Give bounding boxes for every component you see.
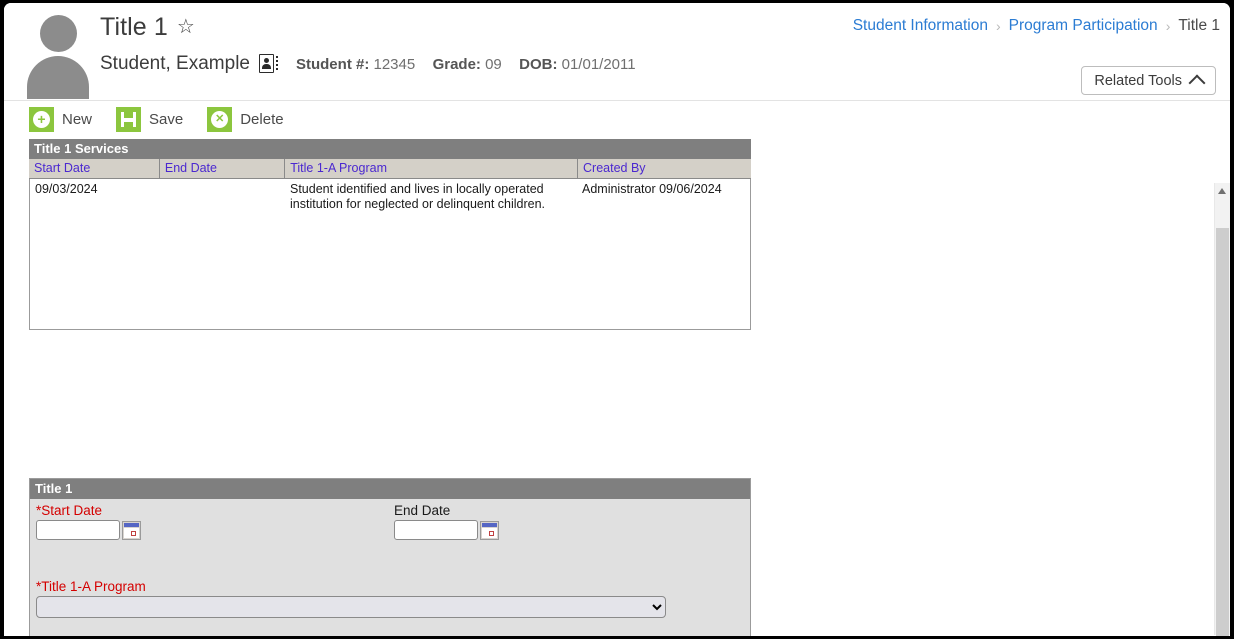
- student-number-label: Student #:: [295, 55, 370, 73]
- contact-card-body: [261, 63, 271, 69]
- contact-card-rings: [275, 55, 278, 58]
- student-meta: Student #: 12345 Grade: 09 DOB: 01/01/20…: [296, 56, 636, 73]
- floppy-disk-icon: [116, 106, 142, 132]
- new-button[interactable]: + New: [29, 106, 93, 132]
- grade-label: Grade:: [432, 55, 481, 73]
- cell-program: Student identified and lives in locally …: [290, 182, 546, 211]
- title-row: Title 1 ☆: [100, 13, 198, 42]
- plus-circle-icon: +: [29, 106, 54, 132]
- x-circle-icon: ✕: [207, 106, 233, 132]
- breadcrumb-item-program-participation[interactable]: Program Participation: [1009, 17, 1158, 35]
- end-date-label: End Date: [394, 503, 451, 518]
- page-title: Title 1: [100, 13, 168, 41]
- column-header-program[interactable]: Title 1-A Program: [284, 159, 578, 179]
- services-section-title: Title 1 Services: [29, 139, 751, 159]
- title-1-services-section: Title 1 Services Start Date End Date Tit…: [29, 139, 751, 330]
- detail-form: *Start Date End Date *Title 1-A Program: [30, 499, 750, 636]
- dob-value: 01/01/2011: [561, 55, 636, 73]
- column-header-end-date[interactable]: End Date: [159, 159, 286, 179]
- end-date-input[interactable]: [394, 520, 478, 540]
- student-row: Student, Example Student #: 12345 Grade:…: [100, 53, 636, 75]
- calendar-icon[interactable]: [122, 521, 141, 540]
- plus-glyph: +: [37, 111, 46, 127]
- program-group: *Title 1-A Program: [36, 579, 666, 618]
- program-label: *Title 1-A Program: [36, 579, 146, 594]
- start-date-label: *Start Date: [36, 503, 103, 518]
- page-header: Title 1 ☆ Student, Example Student #: 12…: [4, 3, 1230, 101]
- table-header-row: Start Date End Date Title 1-A Program Cr…: [29, 159, 751, 179]
- contact-card-icon[interactable]: [258, 53, 278, 75]
- comments-label: Comments (up to 255 characters): [36, 635, 408, 636]
- breadcrumb-item-student-information[interactable]: Student Information: [853, 17, 988, 35]
- breadcrumb-separator: ›: [995, 18, 1001, 34]
- services-table: Start Date End Date Title 1-A Program Cr…: [29, 159, 751, 179]
- services-table-body: 09/03/2024 Student identified and lives …: [29, 179, 751, 330]
- star-icon[interactable]: ☆: [177, 17, 198, 38]
- related-tools-button[interactable]: Related Tools: [1081, 66, 1216, 95]
- vertical-scrollbar[interactable]: [1214, 183, 1230, 636]
- breadcrumb: Student Information › Program Participat…: [853, 17, 1220, 35]
- x-glyph: ✕: [215, 112, 225, 125]
- save-button-label: Save: [149, 110, 184, 128]
- start-date-group: *Start Date: [36, 503, 141, 540]
- chevron-up-icon: [1188, 74, 1206, 91]
- delete-button[interactable]: ✕ Delete: [207, 106, 284, 132]
- action-bar: + New Save ✕ Delete: [4, 101, 1230, 137]
- cell-start-date: 09/03/2024: [35, 182, 98, 196]
- contact-card-head: [263, 57, 269, 63]
- new-button-label: New: [62, 110, 93, 128]
- column-header-created-by[interactable]: Created By: [577, 159, 751, 179]
- grade-value: 09: [485, 55, 502, 73]
- detail-section-title: Title 1: [30, 479, 750, 499]
- title-1-detail-panel: Title 1 *Start Date End Date *Title 1-A …: [29, 478, 751, 636]
- delete-button-label: Delete: [240, 110, 284, 128]
- student-number-value: 12345: [373, 55, 416, 73]
- breadcrumb-separator: ›: [1165, 18, 1171, 34]
- breadcrumb-item-title-1: Title 1: [1178, 17, 1220, 34]
- comments-group: Comments (up to 255 characters): [36, 635, 408, 636]
- content-area: Title 1 Services Start Date End Date Tit…: [4, 137, 1230, 636]
- student-name: Student, Example: [100, 53, 250, 74]
- start-date-input[interactable]: [36, 520, 120, 540]
- end-date-group: End Date: [394, 503, 499, 540]
- application-window: Title 1 ☆ Student, Example Student #: 12…: [4, 3, 1230, 636]
- save-button[interactable]: Save: [116, 106, 184, 132]
- column-header-start-date[interactable]: Start Date: [29, 159, 160, 179]
- program-select[interactable]: [36, 596, 666, 618]
- cell-end-date: [160, 179, 285, 214]
- dob-label: DOB:: [519, 55, 558, 73]
- cell-created-by: Administrator 09/06/2024: [582, 182, 722, 196]
- related-tools-label: Related Tools: [1094, 72, 1182, 89]
- scrollbar-thumb[interactable]: [1216, 228, 1229, 636]
- calendar-icon[interactable]: [480, 521, 499, 540]
- avatar: [24, 9, 92, 99]
- avatar-head: [40, 15, 77, 52]
- scroll-up-arrow-icon[interactable]: [1218, 188, 1226, 194]
- avatar-body: [27, 56, 89, 99]
- table-row[interactable]: 09/03/2024 Student identified and lives …: [30, 179, 750, 214]
